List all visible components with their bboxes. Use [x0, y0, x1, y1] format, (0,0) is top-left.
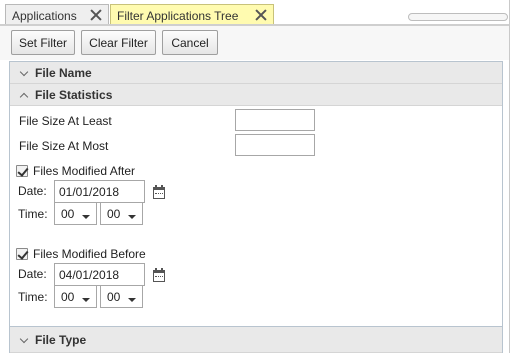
section-file-statistics-title: File Statistics: [35, 87, 113, 102]
size-at-least-input[interactable]: [235, 109, 315, 131]
modified-after-date-input[interactable]: [54, 180, 145, 203]
caret-down-icon: [128, 215, 136, 219]
calendar-icon[interactable]: [153, 185, 165, 199]
caret-down-icon: [82, 298, 90, 302]
close-icon[interactable]: [255, 9, 267, 21]
tab-scrollbar[interactable]: [408, 13, 508, 21]
modified-before-hour-select[interactable]: 00: [54, 285, 97, 308]
size-at-most-label: File Size At Most: [19, 139, 109, 153]
modified-after-hour-value: 00: [61, 206, 75, 221]
close-icon[interactable]: [90, 9, 102, 21]
size-at-least-label: File Size At Least: [19, 114, 112, 128]
tab-applications[interactable]: Applications: [5, 4, 109, 26]
modified-before-date-input[interactable]: [54, 263, 145, 286]
modified-before-minute-select[interactable]: 00: [100, 285, 143, 308]
chevron-down-icon: [19, 335, 29, 345]
modified-before-time-label: Time:: [18, 290, 48, 304]
modified-before-hour-value: 00: [61, 289, 75, 304]
modified-after-hour-select[interactable]: 00: [54, 202, 97, 225]
toolbar: [0, 26, 510, 60]
modified-after-time-label: Time:: [18, 207, 48, 221]
chevron-down-icon: [19, 68, 29, 78]
modified-after-checkbox[interactable]: [16, 165, 28, 177]
cancel-button[interactable]: Cancel: [162, 30, 218, 55]
modified-after-date-label: Date:: [18, 184, 47, 198]
clear-filter-button[interactable]: Clear Filter: [81, 30, 156, 55]
modified-before-label: Files Modified Before: [33, 247, 146, 261]
caret-down-icon: [82, 215, 90, 219]
modified-after-minute-value: 00: [107, 206, 121, 221]
tab-filter-label: Filter Applications Tree: [117, 8, 239, 23]
caret-down-icon: [128, 298, 136, 302]
modified-before-date-label: Date:: [18, 267, 47, 281]
section-file-name-header[interactable]: File Name: [10, 62, 502, 84]
section-file-type-header[interactable]: File Type: [10, 326, 502, 353]
modified-after-minute-select[interactable]: 00: [100, 202, 143, 225]
tab-filter-applications-tree[interactable]: Filter Applications Tree: [110, 4, 274, 26]
chevron-up-icon: [19, 90, 29, 100]
modified-before-checkbox[interactable]: [16, 248, 28, 260]
size-at-most-input[interactable]: [235, 134, 315, 156]
calendar-icon[interactable]: [153, 268, 165, 282]
set-filter-button[interactable]: Set Filter: [11, 30, 75, 55]
modified-after-label: Files Modified After: [33, 164, 136, 178]
tab-applications-label: Applications: [12, 8, 77, 23]
section-file-name-title: File Name: [35, 65, 92, 80]
modified-before-minute-value: 00: [107, 289, 121, 304]
section-file-type-title: File Type: [35, 332, 87, 347]
section-file-statistics-header[interactable]: File Statistics: [10, 84, 502, 106]
